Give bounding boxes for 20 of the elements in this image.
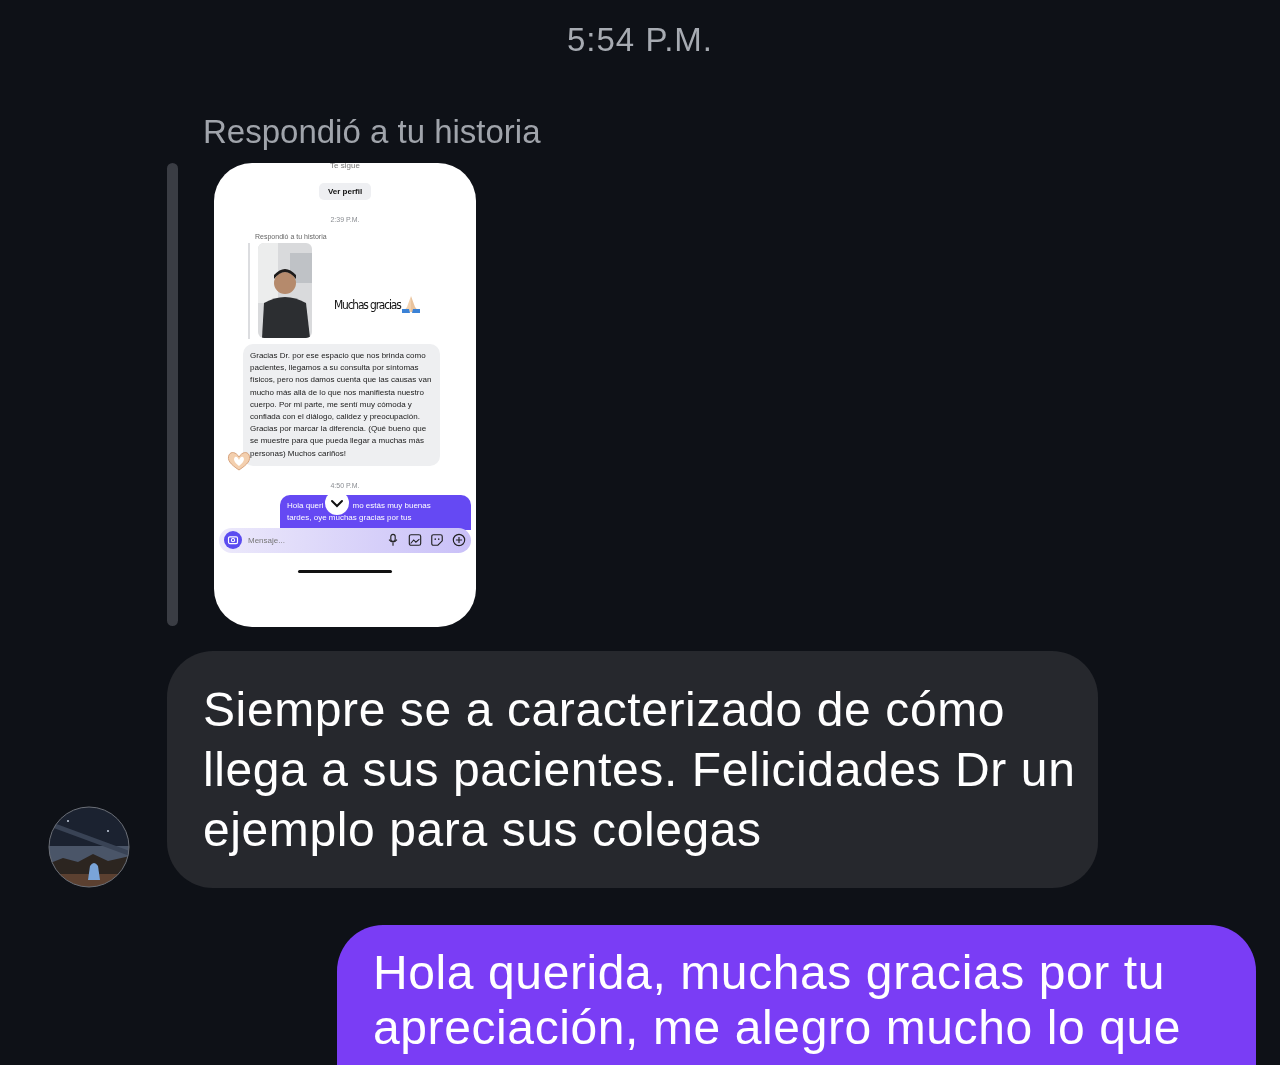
reply-label: Respondió a tu historia	[203, 112, 542, 152]
message-text: tardes, oye muchas gracias por tus	[287, 512, 412, 522]
camera-icon[interactable]	[224, 531, 242, 550]
story-screenshot[interactable]	[214, 163, 476, 627]
add-icon[interactable]	[452, 533, 466, 548]
microphone-icon[interactable]	[386, 533, 400, 548]
message-text: Gracias Dr. por ese espacio que nos brinda como pacientes, llegamos a su consulta por síntomas físicos, pero nos damos cuenta que las causas van mucho más allá de lo que nos manifiesta nuestro cuerpo. Por mi parte, me sentí muy cómoda y confiada con el diálogo, calidez y preocupación. Gracias por marcar la diferencia. (Qué bueno que se muestre para que pueda llegar a muchas más personas) Muchos cariños!	[243, 344, 440, 466]
heart-hands-icon	[226, 450, 252, 471]
follow-status: Te sigue	[330, 163, 360, 170]
input-placeholder: Mensaje...	[248, 535, 286, 545]
image-icon[interactable]	[408, 533, 422, 548]
message-text: Hola querida, muchas gracias por tu apreciación, me alegro mucho lo que	[373, 946, 1182, 1054]
view-profile-button: Ver perfil	[318, 183, 372, 200]
message-text: Siempre se a caracterizado de cómo llega a sus pacientes. Felicidades Dr un ejemplo para sus colegas	[203, 683, 1076, 856]
message-text: mo estás muy buenas	[352, 499, 431, 512]
sticker-icon[interactable]	[430, 533, 444, 548]
timestamp: 5:54 P.M.	[566, 20, 714, 60]
sticker-text: Muchas gracias	[334, 296, 401, 312]
message-input[interactable]: Mensaje...	[219, 527, 471, 553]
message-text: Hola queri	[287, 499, 324, 512]
